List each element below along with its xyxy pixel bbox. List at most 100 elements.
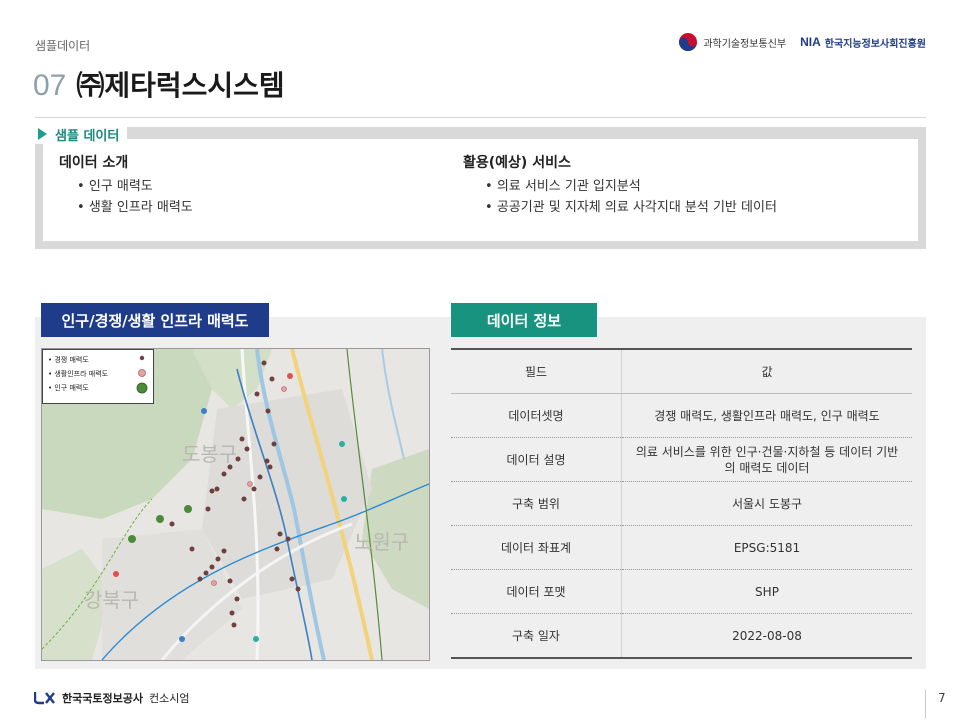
map-panel-title: 인구/경쟁/생활 인프라 매력도 (41, 303, 269, 337)
competition-point (209, 488, 215, 494)
competition-point (265, 408, 271, 414)
row-value: 의료 서비스를 위한 인구·건물·지하철 등 데이터 기반의 매력도 데이터 (621, 437, 912, 482)
intro-list: 인구 매력도 생활 인프라 매력도 (77, 176, 193, 218)
sample-section-title: 샘플 데이터 (55, 128, 120, 144)
competition-point (241, 496, 247, 502)
competition-point (289, 576, 295, 582)
competition-point (257, 474, 263, 480)
table-row: 데이터셋명 경쟁 매력도, 생활인프라 매력도, 인구 매력도 (451, 393, 912, 438)
competition-point (295, 586, 301, 592)
competition-point (169, 521, 175, 527)
legend-symbols (136, 355, 148, 394)
row-value: EPSG:5181 (621, 525, 912, 570)
usage-list: 의료 서비스 기관 입지분석 공공기관 및 지자체 의료 사각지대 분석 기반 … (485, 176, 777, 218)
competition-point (215, 556, 221, 562)
competition-point (271, 441, 277, 447)
legend-label: 경쟁 매력도 (54, 356, 89, 364)
infra-point (247, 481, 253, 487)
competition-point (229, 610, 235, 616)
lx-logo-icon (34, 692, 55, 705)
infra-swatch (138, 369, 146, 377)
population-point (184, 505, 192, 513)
competition-point (205, 506, 211, 512)
competition-point (203, 570, 209, 576)
row-field: 데이터 설명 (451, 437, 622, 482)
infra-point (281, 386, 287, 392)
title-number: 07 (33, 69, 67, 102)
table-row: 구축 일자 2022-08-08 (451, 613, 912, 659)
play-triangle-icon (38, 128, 47, 140)
ministry-name: 과학기술정보통신부 (703, 38, 787, 50)
taegeuk-icon (679, 33, 698, 51)
competition-point (251, 486, 257, 492)
population-point (128, 535, 136, 543)
landmark-icon (339, 441, 345, 447)
competition-point (227, 464, 233, 470)
row-value: 서울시 도봉구 (621, 481, 912, 526)
landmark-icon (179, 636, 185, 642)
competition-point (267, 464, 273, 470)
population-swatch (136, 382, 148, 394)
legend-item-population: • 인구 매력도 (48, 384, 89, 392)
stream (381, 349, 405, 460)
competition-point (221, 548, 227, 554)
competition-point (261, 360, 267, 366)
page-title: 07 ㈜제타럭스시스템 (33, 64, 285, 104)
info-panel-title: 데이터 정보 (451, 303, 597, 337)
usage-column: 활용(예상) 서비스 의료 서비스 기관 입지분석 공공기관 및 지자체 의료 … (463, 152, 777, 218)
competition-point (254, 391, 260, 397)
landmark-icon (253, 636, 259, 642)
row-value: 2022-08-08 (621, 613, 912, 659)
competition-point (285, 536, 291, 542)
nia-abbr: NIA (800, 35, 821, 49)
competition-point (231, 622, 237, 628)
competition-point (234, 596, 240, 602)
competition-point (221, 471, 227, 477)
urban-area (202, 389, 372, 599)
nia-logo: NIA 한국지능정보사회진흥원 (800, 35, 926, 50)
population-point (156, 515, 164, 523)
list-item: 공공기관 및 지자체 의료 사각지대 분석 기반 데이터 (485, 197, 777, 218)
row-field: 데이터셋명 (451, 393, 622, 438)
title-text: ㈜제타럭스시스템 (76, 69, 285, 102)
footer-divider (925, 690, 926, 718)
legend-label: 인구 매력도 (54, 384, 89, 392)
footer-logo: 한국국토정보공사 컨소시엄 (34, 690, 189, 706)
intro-column: 데이터 소개 인구 매력도 생활 인프라 매력도 (59, 152, 193, 218)
competition-point (269, 376, 275, 382)
column-header-value: 값 (621, 348, 912, 394)
footer-suffix: 컨소시엄 (148, 692, 190, 705)
footer-company: 한국국토정보공사 (62, 692, 143, 705)
data-info-table: 필드 값 데이터셋명 경쟁 매력도, 생활인프라 매력도, 인구 매력도 데이터… (451, 348, 912, 659)
district-label-dobong: 도봉구 (182, 442, 237, 466)
row-value: SHP (621, 569, 912, 614)
list-item: 인구 매력도 (77, 176, 193, 197)
legend-item-infra: • 생활인프라 매력도 (48, 370, 109, 378)
infra-point (211, 580, 217, 586)
legend-item-competition: • 경쟁 매력도 (48, 356, 89, 364)
row-field: 구축 일자 (451, 613, 622, 659)
page-number: 7 (938, 691, 946, 705)
legend-label: 생활인프라 매력도 (54, 370, 109, 378)
usage-title: 활용(예상) 서비스 (463, 155, 571, 171)
competition-point (197, 576, 203, 582)
competition-point (189, 546, 195, 552)
competition-point (209, 564, 215, 570)
row-field: 구축 범위 (451, 481, 622, 526)
competition-swatch (139, 355, 145, 361)
list-item: 의료 서비스 기관 입지분석 (485, 176, 777, 197)
competition-point (277, 531, 283, 537)
district-label-nowon: 노원구 (354, 530, 409, 554)
landmark-icon (113, 571, 119, 577)
sample-section-heading: 샘플 데이터 (35, 124, 128, 144)
competition-point (227, 578, 233, 584)
list-item: 생활 인프라 매력도 (77, 197, 193, 218)
ministry-logo: 과학기술정보통신부 (678, 32, 786, 52)
table-row: 데이터 설명 의료 서비스를 위한 인구·건물·지하철 등 데이터 기반의 매력… (451, 437, 912, 482)
map-legend: • 경쟁 매력도 • 생활인프라 매력도 • 인구 매력도 (42, 349, 154, 404)
table-row: 구축 범위 서울시 도봉구 (451, 481, 912, 526)
breadcrumb: 샘플데이터 (35, 39, 91, 53)
competition-point (239, 436, 245, 442)
table-header-row: 필드 값 (451, 348, 912, 394)
mountain-area (362, 449, 429, 609)
